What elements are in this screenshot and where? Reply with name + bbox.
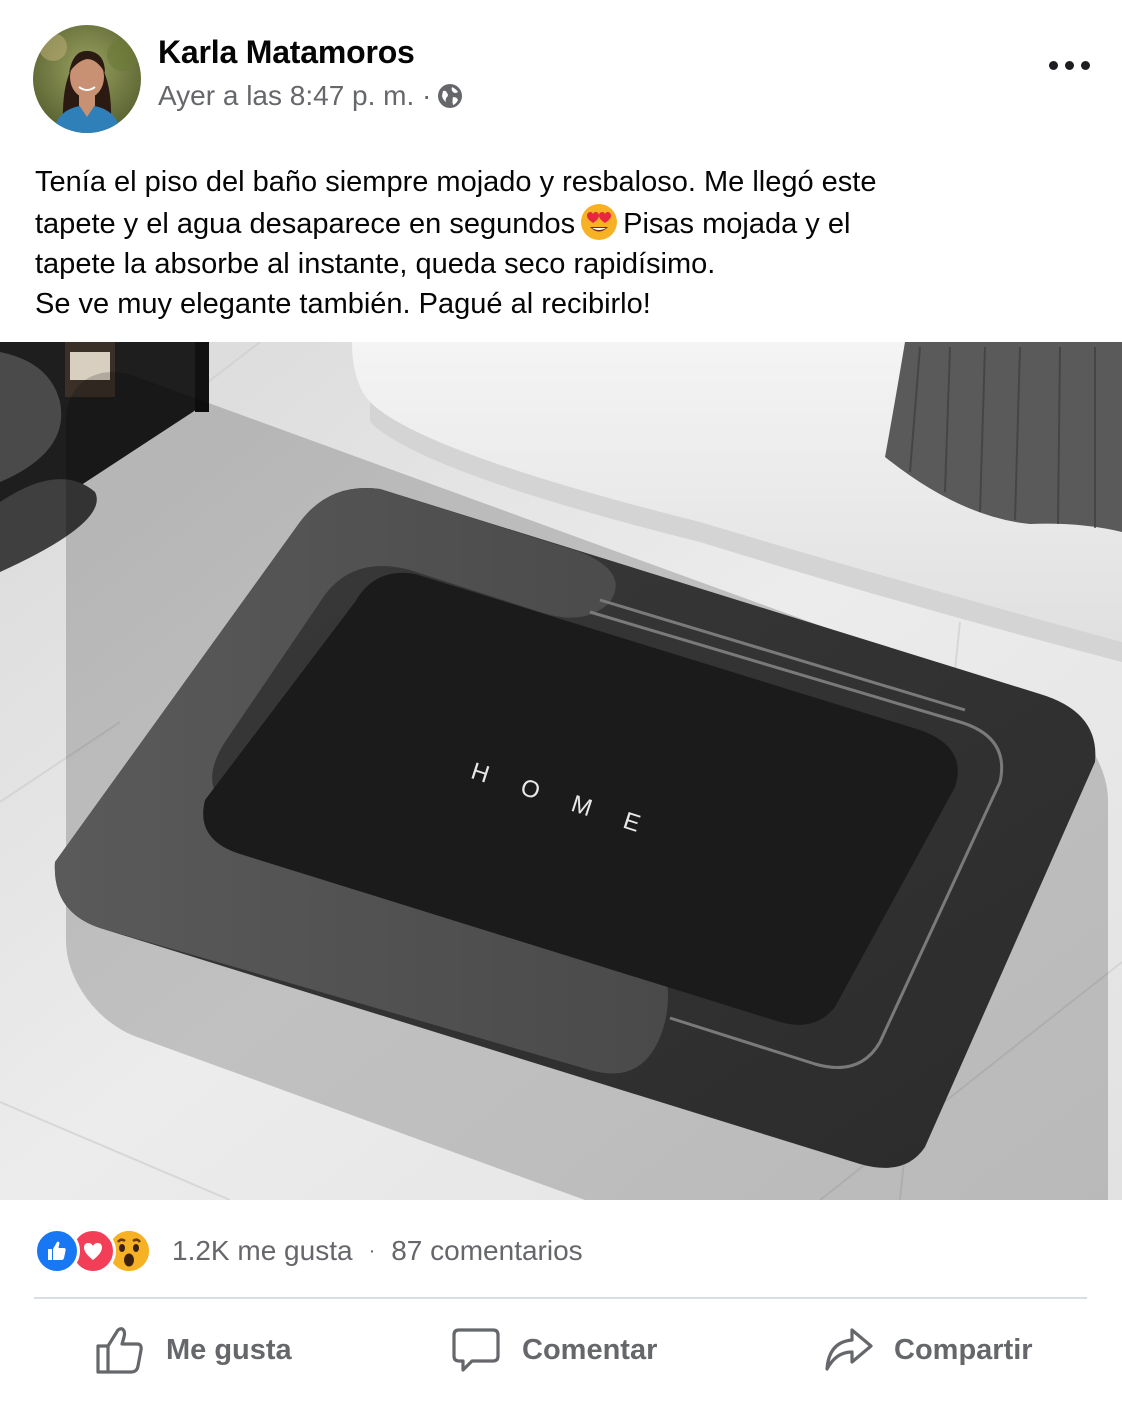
reaction-icons (34, 1228, 152, 1274)
like-label: Me gusta (166, 1333, 292, 1366)
like-button[interactable]: Me gusta (94, 1322, 292, 1378)
share-button[interactable]: Compartir (822, 1322, 1033, 1378)
like-icon (34, 1228, 80, 1274)
comment-bubble-icon (452, 1328, 500, 1372)
heart-eyes-emoji-icon (579, 202, 619, 242)
author-name[interactable]: Karla Matamoros (158, 34, 415, 71)
reaction-summary[interactable]: 1.2K me gusta · 87 comentarios (34, 1228, 583, 1274)
more-dot-icon (1080, 60, 1090, 70)
thumbs-up-icon (96, 1327, 143, 1374)
post-text-line: Tenía el piso del baño siempre mojado y … (35, 166, 877, 198)
post-text-segment: Pisas mojada y el (623, 208, 851, 240)
count-separator: · (368, 1239, 376, 1262)
more-dot-icon (1064, 60, 1074, 70)
post-text-segment: tapete y el agua desaparece en segundos (35, 208, 576, 240)
post-text-line-2: tapete y el agua desaparece en segundos … (35, 202, 1095, 244)
likes-count[interactable]: 1.2K me gusta (172, 1235, 353, 1267)
share-arrow-icon (825, 1328, 873, 1371)
post-photo[interactable]: H O M E (0, 342, 1122, 1200)
reaction-counts: 1.2K me gusta · 87 comentarios (172, 1235, 583, 1267)
post-timestamp[interactable]: Ayer a las 8:47 p. m. · (158, 80, 463, 112)
share-label: Compartir (894, 1333, 1033, 1366)
post-text-line: tapete la absorbe al instante, queda sec… (35, 248, 716, 280)
facebook-post: Karla Matamoros Ayer a las 8:47 p. m. · … (0, 0, 1122, 1402)
more-dot-icon (1048, 60, 1058, 70)
author-avatar[interactable] (33, 25, 141, 133)
divider (34, 1297, 1087, 1299)
comment-button[interactable]: Comentar (450, 1322, 657, 1378)
comments-count[interactable]: 87 comentarios (391, 1235, 582, 1267)
comment-label: Comentar (522, 1333, 658, 1366)
post-actions: Me gusta Comentar Compartir (0, 1300, 1122, 1400)
post-text: Tenía el piso del baño siempre mojado y … (35, 162, 1095, 324)
globe-icon (437, 83, 463, 109)
post-time-text: Ayer a las 8:47 p. m. · (158, 80, 432, 111)
post-text-line: Se ve muy elegante también. Pagué al rec… (35, 288, 651, 320)
more-options-button[interactable] (1042, 50, 1096, 80)
